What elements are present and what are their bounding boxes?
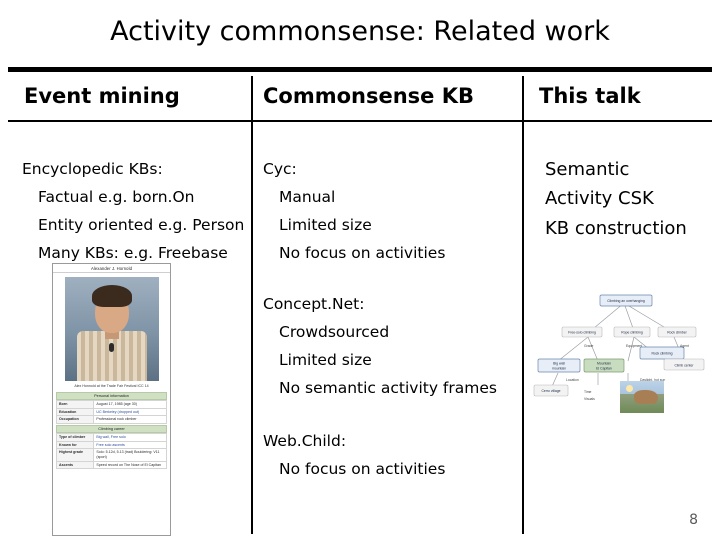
column-header-event-mining: Event mining: [24, 84, 180, 108]
table-row: Occupation Professional rock climber: [55, 415, 167, 424]
svg-text:Rope climbing: Rope climbing: [621, 331, 643, 335]
svg-text:Equipment: Equipment: [626, 344, 642, 348]
table-row: Born August 17, 1985 (age 30): [55, 399, 167, 409]
wiki-page-title: Alexander J. Hornold: [53, 264, 170, 273]
wikipedia-article-screenshot: Alexander J. Hornold Alex Honnold at the…: [52, 263, 171, 536]
column-divider-2: [522, 76, 524, 534]
table-cell-value: Professional rock climber: [93, 415, 167, 424]
svg-text:mountain: mountain: [552, 367, 566, 371]
table-cell-key: Born: [55, 399, 95, 409]
list-item: Factual e.g. born.On: [38, 187, 195, 206]
list-item: Encyclopedic KBs:: [22, 160, 163, 178]
page-number: 8: [689, 512, 698, 528]
list-item: Cyc:: [263, 160, 297, 178]
list-item: No focus on activities: [279, 459, 446, 478]
table-row: Highest grade Solo: 5.12d, 5.13 (trad) B…: [55, 448, 167, 462]
svg-text:Time: Time: [584, 390, 592, 394]
commonsense-kb-block-cyc: Cyc: Manual Limited size No focus on act…: [263, 156, 445, 268]
page-title: Activity commonsense: Related work: [110, 16, 610, 47]
rock-photo-thumbnail: [620, 381, 664, 413]
table-cell-value: Free solo ascents: [93, 440, 167, 450]
svg-text:Mountain: Mountain: [597, 362, 611, 366]
wiki-infobox-table: Born August 17, 1985 (age 30) Education …: [55, 399, 167, 424]
list-item: No semantic activity frames: [279, 378, 497, 397]
this-talk-text: Semantic Activity CSK KB construction: [545, 155, 687, 243]
wiki-photo-caption: Alex Honnold at the Trade Fair Festival …: [74, 384, 149, 388]
svg-text:Agent: Agent: [680, 344, 689, 348]
table-cell-value: Speed record on The Nose of El Capitan: [93, 460, 167, 470]
svg-text:Cerro village: Cerro village: [541, 389, 560, 393]
wiki-infobox-table-2: Type of climber Big wall, Free solo Know…: [55, 432, 167, 470]
table-row: Type of climber Big wall, Free solo: [55, 432, 167, 442]
column-divider-1: [251, 76, 253, 534]
svg-text:El Capitan: El Capitan: [596, 367, 612, 371]
list-item: No focus on activities: [279, 243, 446, 262]
table-row: Education UC Berkeley (dropped out): [55, 407, 167, 417]
header-divider: [8, 120, 712, 122]
svg-text:Location: Location: [566, 378, 579, 382]
list-item: Activity CSK: [545, 188, 654, 210]
list-item: Entity oriented e.g. Person: [38, 215, 245, 234]
svg-text:Rock climber: Rock climber: [667, 331, 687, 335]
list-item: Crowdsourced: [279, 322, 390, 341]
list-item: Limited size: [279, 215, 372, 234]
column-header-commonsense-kb: Commonsense KB: [263, 84, 475, 108]
table-cell-key: Education: [55, 407, 95, 417]
title-divider: [8, 67, 712, 72]
wiki-section-heading-2: Climbing career: [56, 424, 167, 433]
table-row: Ascents Speed record on The Nose of El C…: [55, 460, 167, 470]
svg-text:Grade: Grade: [584, 344, 594, 348]
svg-text:Climb center: Climb center: [674, 364, 694, 368]
list-item: Semantic: [545, 159, 630, 180]
table-cell-value: August 17, 1985 (age 30): [93, 399, 167, 409]
svg-text:Visuals: Visuals: [584, 397, 595, 401]
event-mining-text: Encyclopedic KBs: Factual e.g. born.On E…: [22, 156, 244, 268]
table-row: Known for Free solo ascents: [55, 440, 167, 450]
table-cell-key: Known for: [55, 440, 95, 450]
table-cell-value: Big wall, Free solo: [93, 432, 167, 442]
table-cell-key: Type of climber: [55, 432, 95, 442]
svg-text:Rock climbing: Rock climbing: [651, 352, 672, 356]
table-cell-value: Solo: 5.12d, 5.13 (trad) Bouldering: V11…: [93, 448, 167, 462]
svg-text:Big wall: Big wall: [553, 362, 565, 366]
svg-text:Climbing an overhanging: Climbing an overhanging: [607, 299, 645, 303]
table-cell-value: UC Berkeley (dropped out): [93, 407, 167, 417]
svg-text:Free-solo climbing: Free-solo climbing: [568, 331, 596, 335]
list-item: Concept.Net:: [263, 295, 365, 313]
list-item: KB construction: [545, 217, 687, 239]
slide: Activity commonsense: Related work Event…: [0, 0, 720, 540]
commonsense-kb-block-conceptnet: Concept.Net: Crowdsourced Limited size N…: [263, 291, 497, 403]
wiki-portrait-photo: [64, 277, 159, 381]
column-header-this-talk: This talk: [539, 84, 641, 108]
list-item: Limited size: [279, 350, 372, 369]
list-item: Manual: [279, 187, 336, 206]
commonsense-kb-block-webchild: Web.Child: No focus on activities: [263, 428, 445, 484]
table-cell-key: Occupation: [55, 415, 95, 424]
wiki-section-heading: Personal information: [56, 391, 167, 400]
table-cell-key: Ascents: [55, 460, 95, 470]
table-cell-key: Highest grade: [55, 448, 95, 462]
list-item: Web.Child:: [263, 432, 347, 450]
